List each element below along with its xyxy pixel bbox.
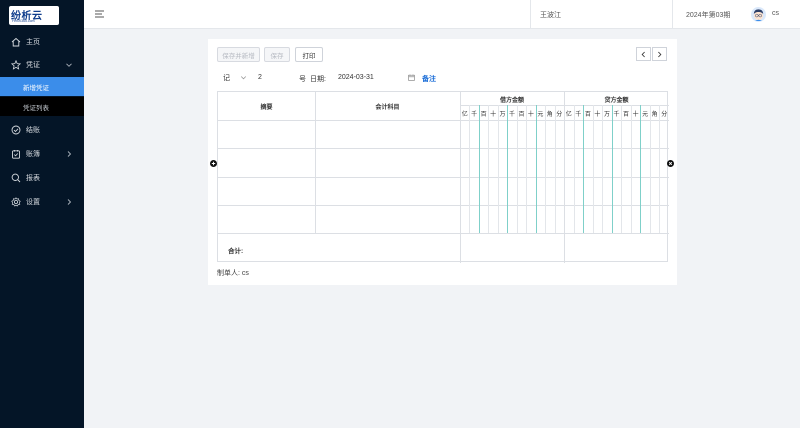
prev-voucher-button[interactable] <box>636 47 651 61</box>
digit-divider <box>517 105 518 233</box>
digit-divider <box>659 105 660 233</box>
remark-link[interactable]: 备注 <box>422 74 436 84</box>
voucher-table: 摘要 会计科目 借方金额 贷方金额 亿千百十万千百十元角分亿千百十万千百十元角分… <box>217 91 669 263</box>
digit-divider <box>593 105 594 233</box>
maker-name: cs <box>241 270 249 277</box>
digit-divider <box>602 105 603 233</box>
sidebar: 纷析云 FenXi365.com 主页 凭证 新增凭证 凭证列表 结账 账簿 报… <box>0 0 84 428</box>
sidebar-item-label: 账簿 <box>26 151 40 158</box>
digit-divider <box>650 105 651 233</box>
digit-divider <box>498 105 499 233</box>
column-header-credit: 贷方金额 <box>604 98 629 104</box>
add-row-button[interactable] <box>210 160 217 167</box>
voucher-date-input[interactable]: 2024-03-31 <box>334 70 416 85</box>
date-label: 日期: <box>310 75 326 83</box>
digit-divider <box>488 105 489 233</box>
header-divider <box>530 0 531 29</box>
digit-divider <box>631 105 632 233</box>
chevron-right-icon <box>67 199 72 205</box>
voucher-number-suffix: 号 <box>299 75 306 83</box>
gear-icon <box>11 197 21 207</box>
credit-digit-label: 千 <box>575 112 582 118</box>
sidebar-item-label: 设置 <box>26 199 40 206</box>
save-and-new-button[interactable]: 保存并新增 <box>217 47 260 62</box>
username[interactable]: cs <box>772 10 779 17</box>
sidebar-item-label: 主页 <box>26 39 40 46</box>
plus-circle-icon <box>211 161 216 166</box>
voucher-number-input[interactable]: 2 <box>253 70 291 85</box>
top-header: 王波江 2024年第03期 cs <box>84 0 800 29</box>
digit-divider <box>621 105 622 233</box>
sidebar-item-ledger[interactable]: 账簿 <box>0 143 84 165</box>
digit-divider <box>469 105 470 233</box>
brand-logo[interactable]: 纷析云 FenXi365.com <box>9 6 59 25</box>
sidebar-subitem-voucher-list[interactable]: 凭证列表 <box>0 97 84 116</box>
digit-divider <box>612 105 613 233</box>
credit-digit-label: 元 <box>642 112 649 118</box>
save-button[interactable]: 保存 <box>264 47 290 62</box>
total-label: 合计: <box>228 248 244 255</box>
credit-digit-label: 千 <box>613 112 620 118</box>
credit-digit-label: 分 <box>661 112 668 118</box>
digit-divider <box>526 105 527 233</box>
sidebar-item-home[interactable]: 主页 <box>0 31 84 53</box>
voucher-maker: 制单人: cs <box>217 268 249 278</box>
credit-digit-label: 万 <box>603 112 610 118</box>
debit-digit-label: 分 <box>556 112 563 118</box>
chevron-down-icon <box>66 63 72 67</box>
column-header-summary: 摘要 <box>260 105 273 111</box>
digit-divider <box>536 105 537 233</box>
menu-toggle-icon[interactable] <box>95 10 104 18</box>
calendar-icon <box>408 74 415 81</box>
credit-digit-label: 百 <box>584 112 591 118</box>
sidebar-subitem-new-voucher[interactable]: 新增凭证 <box>0 77 84 96</box>
digit-divider <box>479 105 480 233</box>
chevron-left-icon <box>641 51 645 57</box>
company-name[interactable]: 王波江 <box>540 10 561 20</box>
home-icon <box>11 37 21 47</box>
digit-divider <box>574 105 575 233</box>
sidebar-item-closing[interactable]: 结账 <box>0 119 84 141</box>
next-voucher-button[interactable] <box>652 47 667 61</box>
sidebar-item-label: 结账 <box>26 127 40 134</box>
digit-divider <box>555 105 556 233</box>
clipboard-icon <box>12 150 20 159</box>
chevron-right-icon <box>658 51 662 57</box>
voucher-card: 保存并新增 保存 打印 记 2 号 日期: 2024-03-31 备注 摘要 会… <box>208 39 677 285</box>
credit-digit-label: 百 <box>623 112 630 118</box>
star-icon <box>11 60 21 70</box>
search-icon <box>11 173 21 183</box>
header-divider <box>672 0 673 29</box>
digit-divider <box>545 105 546 233</box>
sidebar-item-label: 报表 <box>26 175 40 182</box>
credit-digit-label: 亿 <box>565 112 572 118</box>
voucher-word-value: 记 <box>223 74 230 82</box>
check-circle-icon <box>11 125 21 135</box>
column-divider <box>315 92 316 233</box>
sidebar-item-reports[interactable]: 报表 <box>0 167 84 189</box>
brand-url: FenXi365.com <box>12 19 35 23</box>
digit-divider <box>507 105 508 233</box>
sidebar-item-label: 凭证 <box>26 62 40 69</box>
digit-divider <box>640 105 641 233</box>
chevron-down-icon <box>240 76 247 80</box>
header-divider <box>460 105 669 106</box>
row-divider <box>218 233 669 234</box>
credit-digit-label: 十 <box>594 112 601 118</box>
print-button[interactable]: 打印 <box>295 47 323 62</box>
close-circle-icon <box>668 161 673 166</box>
remove-row-button[interactable] <box>667 160 674 167</box>
digit-divider <box>583 105 584 233</box>
voucher-word-select[interactable]: 记 <box>217 70 251 85</box>
maker-label: 制单人: <box>217 270 240 277</box>
avatar-face-icon <box>753 9 764 21</box>
accounting-period[interactable]: 2024年第03期 <box>686 10 730 20</box>
chevron-right-icon <box>67 151 72 157</box>
column-header-account: 会计科目 <box>375 105 400 111</box>
sidebar-item-voucher[interactable]: 凭证 <box>0 54 84 76</box>
sidebar-item-settings[interactable]: 设置 <box>0 191 84 213</box>
column-header-debit: 借方金额 <box>499 98 524 104</box>
voucher-date-value: 2024-03-31 <box>338 74 374 81</box>
user-avatar[interactable] <box>751 7 766 22</box>
